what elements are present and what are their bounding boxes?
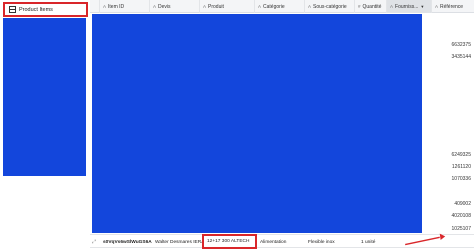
reference-cell[interactable]: 1070336: [452, 176, 471, 182]
column-header-categorie[interactable]: A Catégorie: [255, 0, 305, 13]
select-all-checkbox[interactable]: [90, 0, 100, 13]
reference-cell[interactable]: 6249325: [452, 152, 471, 158]
annotation-arrow-icon: [405, 233, 446, 246]
column-header-produit[interactable]: A Produit: [200, 0, 255, 13]
column-header-sous-categorie[interactable]: A Sous-catégorie: [305, 0, 355, 13]
categorie-cell[interactable]: Alimentation: [257, 235, 305, 249]
column-header-item-id[interactable]: A Item ID: [100, 0, 150, 13]
reference-cell[interactable]: 4020108: [452, 213, 471, 219]
column-header-quantite[interactable]: # Quantité: [355, 0, 387, 13]
product-items-label: Product Items: [19, 6, 53, 13]
reference-cell[interactable]: 6632375: [452, 42, 471, 48]
table-header: A Item ID A Devis A Produit A Catégorie …: [90, 0, 474, 13]
product-items-tab[interactable]: Product Items: [3, 2, 88, 17]
chevron-down-icon[interactable]: ▼: [420, 4, 424, 9]
quantite-cell[interactable]: 1 unité: [358, 235, 388, 249]
reference-cell[interactable]: 409002: [454, 201, 471, 207]
column-header-fournisseur[interactable]: A Fourniss... ▼: [387, 0, 432, 13]
table-icon: [9, 6, 16, 13]
reference-cell[interactable]: 3435144: [452, 54, 471, 60]
sous-categorie-cell[interactable]: Flexible inox: [305, 235, 355, 249]
reference-cell[interactable]: 1261120: [452, 164, 471, 170]
redacted-rows-area: [92, 14, 422, 233]
column-header-reference[interactable]: A Référence: [432, 0, 474, 13]
expand-row-icon[interactable]: ⤢: [92, 239, 96, 245]
redacted-area: [3, 18, 86, 176]
table-list-panel: Product Items: [0, 0, 90, 252]
produit-cell[interactable]: 12+17 300 ALTECH: [202, 234, 257, 249]
reference-column: 6632375 3435144 6249325 1261120 1070336 …: [432, 14, 474, 234]
data-table: A Item ID A Devis A Produit A Catégorie …: [90, 0, 474, 252]
column-header-devis[interactable]: A Devis: [150, 0, 200, 13]
devis-cell[interactable]: Walter Desmares IERA: [152, 235, 202, 249]
item-id-cell[interactable]: s0VqVs6wSlWuGS6A: [100, 235, 152, 249]
